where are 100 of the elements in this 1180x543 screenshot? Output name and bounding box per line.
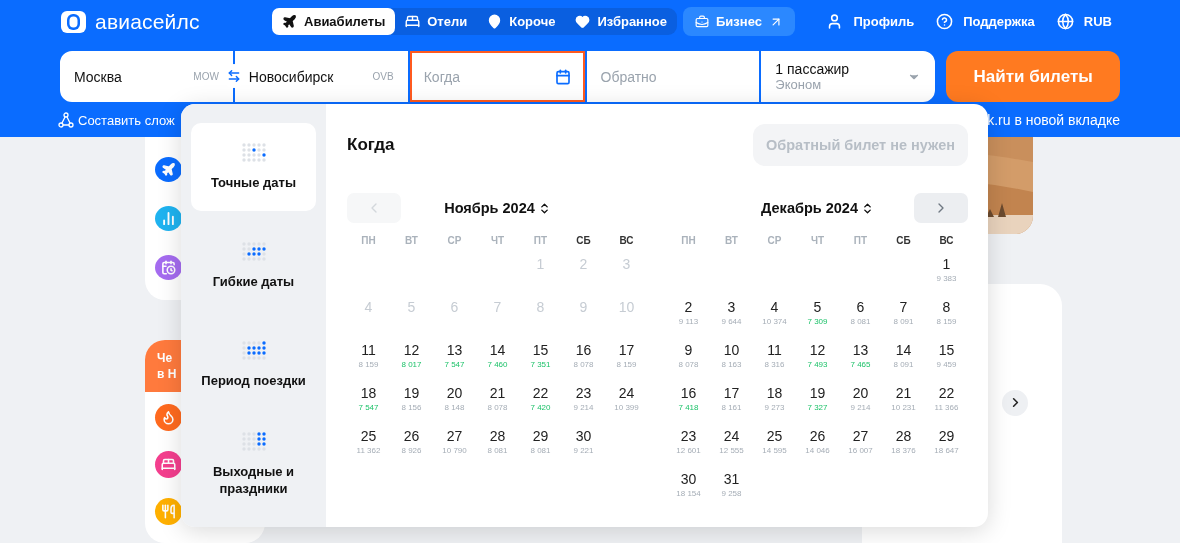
weekday-label: ЧТ bbox=[489, 233, 506, 248]
weekday-label: ПН bbox=[360, 233, 377, 248]
date-mode-tab[interactable]: Выходные и праздники bbox=[191, 420, 316, 508]
weekday-label: СР bbox=[766, 233, 783, 248]
calendar-day[interactable]: 22 11 366 bbox=[925, 379, 968, 422]
calendar-day[interactable]: 21 8 078 bbox=[476, 379, 519, 422]
month-title[interactable]: Декабрь 2024 bbox=[761, 200, 874, 216]
weekday-label: ВТ bbox=[724, 233, 739, 248]
date-mode-tab[interactable]: Точные даты bbox=[191, 123, 316, 211]
month-title[interactable]: Ноябрь 2024 bbox=[444, 200, 551, 216]
calendar-day[interactable]: 19 7 327 bbox=[796, 379, 839, 422]
date-picker-title: Когда bbox=[347, 135, 395, 155]
plane-icon[interactable] bbox=[155, 157, 182, 182]
calendar-day[interactable]: 5 7 309 bbox=[796, 293, 839, 336]
calendar-day[interactable]: 30 9 221 bbox=[562, 422, 605, 465]
calendar-day[interactable]: 26 8 926 bbox=[390, 422, 433, 465]
promo-text: Че bbox=[157, 350, 174, 366]
calendar-day[interactable]: 10 8 163 bbox=[710, 336, 753, 379]
calendar-day[interactable]: 19 8 156 bbox=[390, 379, 433, 422]
weekday-label: ПН bbox=[680, 233, 697, 248]
calendar-day[interactable]: 1 9 383 bbox=[925, 250, 968, 293]
calendar-day[interactable]: 15 7 351 bbox=[519, 336, 562, 379]
calendar-day[interactable]: 25 14 595 bbox=[753, 422, 796, 465]
calendar-day[interactable]: 17 8 161 bbox=[710, 379, 753, 422]
calendar-day[interactable]: 11 8 316 bbox=[753, 336, 796, 379]
nav-tab[interactable]: Отели bbox=[395, 8, 478, 35]
logo-text[interactable]: авиасейлс bbox=[95, 9, 200, 34]
calendar-day[interactable]: 9 8 078 bbox=[667, 336, 710, 379]
route-icon bbox=[58, 112, 74, 128]
calendar-day[interactable]: 16 8 078 bbox=[562, 336, 605, 379]
calendar-day[interactable]: 27 16 007 bbox=[839, 422, 882, 465]
calendar-icon bbox=[554, 68, 571, 85]
pin-icon bbox=[487, 14, 503, 29]
flame-icon[interactable] bbox=[155, 404, 182, 431]
calendar-day[interactable]: 20 9 214 bbox=[839, 379, 882, 422]
fork-knife-icon[interactable] bbox=[155, 498, 182, 525]
calendar-day[interactable]: 23 9 214 bbox=[562, 379, 605, 422]
calendar-day[interactable]: 3 9 644 bbox=[710, 293, 753, 336]
calendar-day[interactable]: 15 9 459 bbox=[925, 336, 968, 379]
globe-icon bbox=[1056, 13, 1074, 30]
calendar-day[interactable]: 14 8 091 bbox=[882, 336, 925, 379]
weekday-label: ВТ bbox=[404, 233, 419, 248]
dot-grid-icon bbox=[241, 242, 266, 261]
calendar-day[interactable]: 18 9 273 bbox=[753, 379, 796, 422]
calendar-day[interactable]: 7 8 091 bbox=[882, 293, 925, 336]
plane-icon bbox=[282, 14, 297, 29]
new-tab-link[interactable]: k.ru в новой вкладке bbox=[987, 112, 1120, 128]
calendar-day[interactable]: 4 10 374 bbox=[753, 293, 796, 336]
calendar-day[interactable]: 28 8 081 bbox=[476, 422, 519, 465]
calendar-day[interactable]: 23 12 601 bbox=[667, 422, 710, 465]
calendar-day[interactable]: 30 18 154 bbox=[667, 465, 710, 508]
header-link[interactable]: Профиль bbox=[826, 13, 915, 30]
calendar-day[interactable]: 13 7 547 bbox=[433, 336, 476, 379]
calendar-day[interactable]: 12 7 493 bbox=[796, 336, 839, 379]
calendar-day[interactable]: 29 18 647 bbox=[925, 422, 968, 465]
swap-icon bbox=[226, 69, 241, 83]
passengers-field[interactable]: 1 пассажир Эконом bbox=[761, 51, 936, 102]
dot-grid-icon bbox=[241, 341, 266, 360]
calendar-day[interactable]: 2 9 113 bbox=[667, 293, 710, 336]
weekday-label: ПТ bbox=[532, 233, 549, 248]
calendar-day[interactable]: 8 8 159 bbox=[925, 293, 968, 336]
calendar-day[interactable]: 14 7 460 bbox=[476, 336, 519, 379]
calendar-day[interactable]: 6 8 081 bbox=[839, 293, 882, 336]
calendar-day[interactable]: 12 8 017 bbox=[390, 336, 433, 379]
complex-route-link[interactable]: Составить слож bbox=[58, 112, 175, 128]
calendar-day[interactable]: 18 7 547 bbox=[347, 379, 390, 422]
calendar-day[interactable]: 25 11 362 bbox=[347, 422, 390, 465]
header-link[interactable]: RUB bbox=[1056, 13, 1112, 30]
calendar-day[interactable]: 21 10 231 bbox=[882, 379, 925, 422]
calendar-day[interactable]: 29 8 081 bbox=[519, 422, 562, 465]
calendar-day[interactable]: 31 9 258 bbox=[710, 465, 753, 508]
heart-icon bbox=[575, 14, 591, 29]
calendar-day[interactable]: 16 7 418 bbox=[667, 379, 710, 422]
chart-icon[interactable] bbox=[155, 206, 182, 231]
date-mode-tab[interactable]: Период поездки bbox=[191, 321, 316, 409]
calendar-day[interactable]: 17 8 159 bbox=[605, 336, 648, 379]
calendar-day[interactable]: 11 8 159 bbox=[347, 336, 390, 379]
briefcase-icon bbox=[695, 14, 709, 29]
nav-tab[interactable]: Авиабилеты bbox=[272, 8, 396, 35]
header-link[interactable]: Поддержка bbox=[936, 13, 1035, 30]
dot-grid-icon bbox=[241, 431, 266, 451]
date-mode-tab[interactable]: Гибкие даты bbox=[191, 222, 316, 310]
calendar-day[interactable]: 22 7 420 bbox=[519, 379, 562, 422]
nav-tab[interactable]: Избранное bbox=[565, 8, 677, 35]
calendar-day[interactable]: 24 12 555 bbox=[710, 422, 753, 465]
nav-tab[interactable]: Короче bbox=[477, 8, 566, 35]
origin-field[interactable]: Москва MOW bbox=[60, 51, 233, 102]
next-button[interactable] bbox=[1002, 389, 1028, 416]
calendar-day[interactable]: 26 14 046 bbox=[796, 422, 839, 465]
bed-icon[interactable] bbox=[155, 451, 182, 478]
destination-field[interactable]: Новосибирск OVB bbox=[234, 51, 408, 102]
calendar-icon[interactable] bbox=[155, 255, 182, 280]
weekday-label: ЧТ bbox=[809, 233, 826, 248]
weekday-label: ВС bbox=[618, 233, 635, 248]
calendar-day[interactable]: 20 8 148 bbox=[433, 379, 476, 422]
calendar-day[interactable]: 24 10 399 bbox=[605, 379, 648, 422]
calendar-day[interactable]: 27 10 790 bbox=[433, 422, 476, 465]
calendar-day[interactable]: 13 7 465 bbox=[839, 336, 882, 379]
weekday-label: СР bbox=[446, 233, 463, 248]
calendar-day[interactable]: 28 18 376 bbox=[882, 422, 925, 465]
